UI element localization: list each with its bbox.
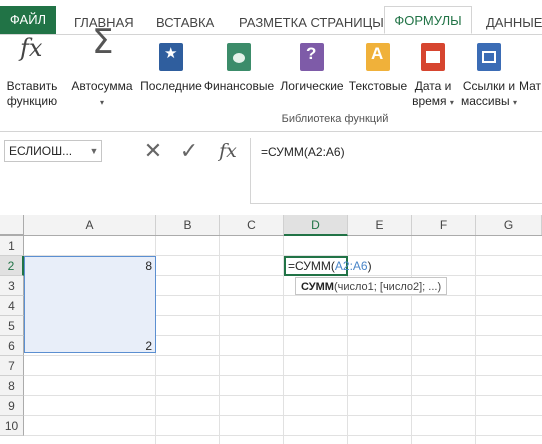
autosum-label: Автосумма <box>71 79 133 93</box>
function-library-label: Библиотека функций <box>281 113 389 125</box>
sigma-icon: Σ <box>92 22 114 62</box>
row-header-8[interactable]: 8 <box>0 376 24 396</box>
ribbon: fx Вставить функцию Σ Автосумма ▾ ★ Посл… <box>0 22 542 132</box>
column-header-f[interactable]: F <box>412 215 476 235</box>
math-button[interactable]: Мат <box>519 41 542 94</box>
chevron-down-icon[interactable]: ▼ <box>88 141 100 161</box>
tooltip-arguments: (число1; [число2]; ...) <box>333 281 442 293</box>
star-book-icon: ★ <box>155 41 187 75</box>
fx-icon: fx <box>20 34 43 62</box>
column-header-c[interactable]: C <box>220 215 284 235</box>
datetime-label-2: время <box>412 94 447 108</box>
gridline <box>219 236 220 444</box>
math-label: Мат <box>519 79 542 93</box>
cell-formula-text: =СУММ(A2:A6) <box>288 257 372 275</box>
row-header-6[interactable]: 6 <box>0 336 24 356</box>
text-book-icon: A <box>362 41 394 75</box>
lookup-label-2: массивы <box>461 94 510 108</box>
select-all-corner[interactable] <box>0 215 24 235</box>
function-tooltip[interactable]: СУММ(число1; [число2]; ...) <box>295 277 448 295</box>
math-book-icon <box>519 41 539 75</box>
logical-button[interactable]: ? Логические <box>277 41 347 94</box>
lookup-label-1: Ссылки и <box>462 79 516 93</box>
insert-function-button[interactable]: fx Вставить функцию <box>2 34 62 109</box>
row-header-3[interactable]: 3 <box>0 276 24 296</box>
financial-button[interactable]: Финансовые <box>203 41 275 94</box>
tab-insert[interactable]: ВСТАВКА <box>148 12 222 34</box>
autosum-button[interactable]: Σ Автосумма ▾ <box>68 22 136 110</box>
row-header-7[interactable]: 7 <box>0 356 24 376</box>
tooltip-function-name[interactable]: СУММ <box>301 281 334 293</box>
money-book-icon <box>223 41 255 75</box>
insert-function-icon[interactable]: fx <box>214 139 242 163</box>
formula-range-ref: A2:A6 <box>334 259 368 273</box>
datetime-label-1: Дата и <box>414 79 452 93</box>
column-header-b[interactable]: B <box>156 215 220 235</box>
question-book-icon: ? <box>296 41 328 75</box>
lookup-button[interactable]: Ссылки и массивы ▾ <box>458 41 520 110</box>
datetime-button[interactable]: Дата и время ▾ <box>410 41 456 110</box>
gridline <box>411 236 412 444</box>
formula-input[interactable]: =СУММ(A2:A6) <box>250 138 542 204</box>
tab-file[interactable]: ФАЙЛ <box>0 6 56 34</box>
formula-prefix: =СУММ( <box>288 259 335 273</box>
gridline <box>475 236 476 444</box>
row-header-5[interactable]: 5 <box>0 316 24 336</box>
column-headers: A B C D E F G <box>0 215 542 236</box>
cell-a6[interactable]: 2 <box>24 336 152 356</box>
tab-data[interactable]: ДАННЫЕ <box>478 12 542 34</box>
row-header-9[interactable]: 9 <box>0 396 24 416</box>
column-header-g[interactable]: G <box>476 215 542 235</box>
cell-a2[interactable]: 8 <box>24 256 152 276</box>
calendar-book-icon <box>417 41 449 75</box>
tab-formulas[interactable]: ФОРМУЛЫ <box>384 6 472 34</box>
column-header-e[interactable]: E <box>348 215 412 235</box>
formula-suffix: ) <box>367 259 372 273</box>
financial-label: Финансовые <box>203 79 275 93</box>
cancel-icon[interactable]: ✕ <box>140 140 166 164</box>
column-header-a[interactable]: A <box>24 215 156 235</box>
lookup-book-icon <box>473 41 505 75</box>
text-label: Текстовые <box>348 79 408 93</box>
enter-icon[interactable]: ✓ <box>176 140 202 164</box>
recent-label: Последние <box>140 79 202 93</box>
row-header-1[interactable]: 1 <box>0 236 24 256</box>
row-header-4[interactable]: 4 <box>0 296 24 316</box>
tab-page-layout[interactable]: РАЗМЕТКА СТРАНИЦЫ <box>231 12 392 34</box>
ribbon-tabs: ФАЙЛ ГЛАВНАЯ ВСТАВКА РАЗМЕТКА СТРАНИЦЫ Ф… <box>0 6 542 35</box>
logical-label: Логические <box>280 79 344 93</box>
insert-function-label-1: Вставить <box>6 79 58 93</box>
insert-function-label-2: функцию <box>6 94 58 108</box>
column-header-d[interactable]: D <box>284 215 348 236</box>
text-button[interactable]: A Текстовые <box>346 41 410 94</box>
row-header-2[interactable]: 2 <box>0 256 24 276</box>
recent-button[interactable]: ★ Последние <box>138 41 204 94</box>
row-header-10[interactable]: 10 <box>0 416 24 436</box>
